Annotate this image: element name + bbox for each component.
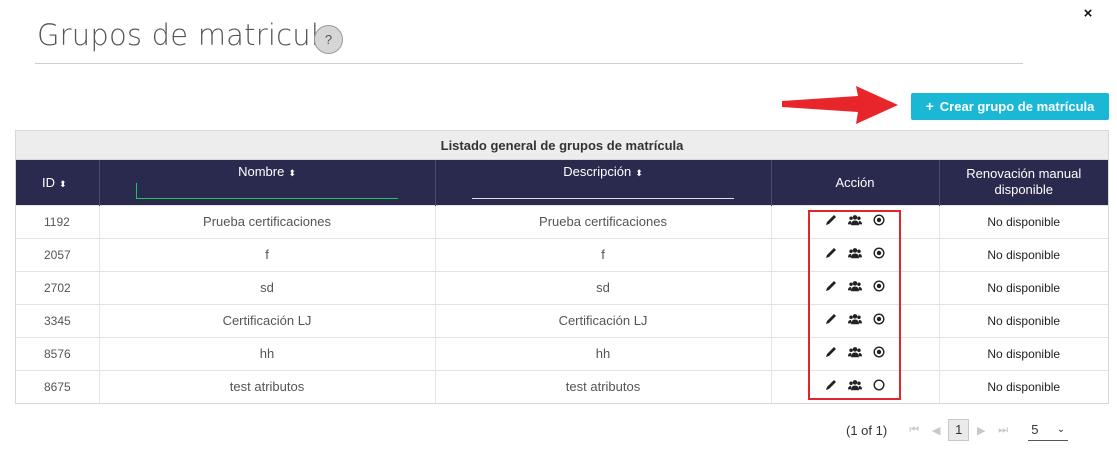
cell-nombre: f bbox=[99, 237, 436, 271]
table-caption: Listado general de grupos de matrícula bbox=[16, 131, 1108, 160]
table-row: 8576 hh hh No disponible bbox=[16, 336, 1108, 370]
paginator: (1 of 1) ⏮ ◀ 1 ▶ ⏭ 5 ⌄ bbox=[846, 418, 1069, 442]
next-page-icon[interactable]: ▶ bbox=[970, 419, 992, 441]
page-size-select[interactable]: 5 ⌄ bbox=[1028, 419, 1069, 441]
table-row: 2057 f f No disponible bbox=[16, 237, 1108, 271]
page-size-value: 5 bbox=[1031, 422, 1039, 437]
cell-nombre: Certificación LJ bbox=[99, 303, 436, 337]
chevron-down-icon: ⌄ bbox=[1056, 424, 1066, 435]
cell-renovacion: No disponible bbox=[939, 270, 1108, 304]
table-row: 3345 Certificación LJ Certificación LJ N… bbox=[16, 303, 1108, 337]
column-header-descripcion[interactable]: Descripción ⬍ bbox=[435, 160, 772, 205]
prev-page-icon[interactable]: ◀ bbox=[925, 419, 947, 441]
table-row: 8675 test atributos test atributos No di… bbox=[16, 369, 1108, 403]
column-header-renovacion: Renovación manual disponible bbox=[939, 160, 1108, 205]
create-group-label: Crear grupo de matrícula bbox=[939, 99, 1095, 114]
cell-id: 8576 bbox=[16, 336, 100, 370]
column-header-id[interactable]: ID ⬍ bbox=[16, 160, 100, 205]
sort-icon: ⬍ bbox=[635, 168, 643, 178]
cell-id: 1192 bbox=[16, 204, 100, 238]
modal: Grupos de matricula ? × + Crear grupo de … bbox=[0, 0, 1117, 457]
cell-renovacion: No disponible bbox=[939, 237, 1108, 271]
cell-nombre: Prueba certificaciones bbox=[99, 204, 436, 238]
groups-table: Listado general de grupos de matrícula I… bbox=[15, 130, 1109, 404]
help-icon[interactable]: ? bbox=[314, 25, 343, 54]
close-icon[interactable]: × bbox=[1081, 4, 1095, 24]
cell-descripcion: sd bbox=[435, 270, 772, 304]
cell-id: 2057 bbox=[16, 237, 100, 271]
create-group-button[interactable]: + Crear grupo de matrícula bbox=[911, 93, 1109, 120]
cell-renovacion: No disponible bbox=[939, 204, 1108, 238]
column-header-nombre[interactable]: Nombre ⬍ bbox=[99, 160, 436, 205]
cell-renovacion: No disponible bbox=[939, 336, 1108, 370]
cell-id: 3345 bbox=[16, 303, 100, 337]
cell-descripcion: Prueba certificaciones bbox=[435, 204, 772, 238]
first-page-icon[interactable]: ⏮ bbox=[903, 419, 925, 441]
cell-descripcion: Certificación LJ bbox=[435, 303, 772, 337]
page-info: (1 of 1) bbox=[846, 422, 888, 438]
sort-icon: ⬍ bbox=[59, 178, 67, 189]
red-arrow-annotation bbox=[782, 86, 898, 124]
cell-nombre: test atributos bbox=[99, 369, 436, 403]
cell-id: 2702 bbox=[16, 270, 100, 304]
sort-icon: ⬍ bbox=[288, 168, 296, 178]
descripcion-filter-input[interactable] bbox=[472, 183, 734, 199]
page-title: Grupos de matricula bbox=[37, 18, 338, 52]
column-label-nombre: Nombre bbox=[238, 164, 285, 179]
cell-nombre: sd bbox=[99, 270, 436, 304]
table-row: 1192 Prueba certificaciones Prueba certi… bbox=[16, 204, 1108, 238]
cell-descripcion: test atributos bbox=[435, 369, 772, 403]
highlight-box-annotation bbox=[808, 210, 901, 400]
nombre-filter-input[interactable] bbox=[136, 183, 398, 199]
cell-nombre: hh bbox=[99, 336, 436, 370]
plus-icon: + bbox=[925, 98, 934, 114]
title-divider bbox=[35, 63, 1023, 64]
cell-renovacion: No disponible bbox=[939, 369, 1108, 403]
table-row: 2702 sd sd No disponible bbox=[16, 270, 1108, 304]
cell-descripcion: f bbox=[435, 237, 772, 271]
cell-id: 8675 bbox=[16, 369, 100, 403]
column-header-accion: Acción bbox=[771, 160, 940, 205]
cell-descripcion: hh bbox=[435, 336, 772, 370]
last-page-icon[interactable]: ⏭ bbox=[992, 419, 1014, 441]
page-number-button[interactable]: 1 bbox=[948, 419, 970, 441]
column-label-descripcion: Descripción bbox=[563, 164, 632, 179]
cell-renovacion: No disponible bbox=[939, 303, 1108, 337]
column-label-id: ID bbox=[42, 174, 55, 190]
